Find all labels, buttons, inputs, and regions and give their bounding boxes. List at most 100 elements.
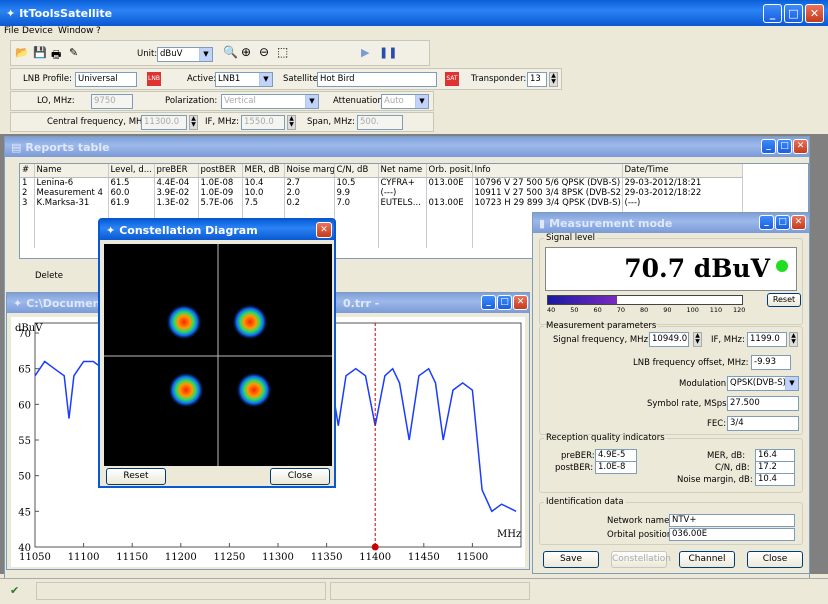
satellite-icon[interactable]: SAT	[445, 72, 459, 86]
fec-field[interactable]: 3/4	[727, 416, 799, 431]
spectrum-maximize[interactable]: □	[497, 295, 512, 310]
column-header[interactable]: Orb. posit.	[426, 164, 473, 178]
spectrum-close[interactable]: ✕	[513, 295, 528, 310]
zoom-region-icon[interactable]: ⬚	[277, 45, 288, 59]
meas-if-spin[interactable]: ▲ ▼	[789, 332, 798, 347]
x-tick-label: 11200	[165, 552, 197, 563]
level-reset-button[interactable]: Reset	[767, 293, 801, 307]
app-titlebar: ✦ ItToolsSatellite	[0, 0, 828, 26]
table-cell: Lenina-6	[34, 177, 109, 188]
menu-help[interactable]: ?	[96, 26, 101, 36]
unit-select[interactable]: dBuV ▼	[157, 47, 213, 62]
delete-button[interactable]: Delete	[35, 271, 63, 281]
minimize-button[interactable]: _	[763, 4, 782, 23]
table-cell: 61.5	[108, 177, 155, 188]
y-tick-label: 40	[18, 543, 31, 554]
constellation-button[interactable]: Constellation	[611, 551, 671, 568]
lo-bar: LO, MHz: 9750 Polarization: Vertical ▼ At…	[10, 91, 434, 111]
freq-bar: Central frequency, MHz: 11300.0 ▲ ▼ IF, M…	[10, 112, 434, 132]
span-field[interactable]: 500.	[357, 115, 403, 130]
constellation-close-button[interactable]: Close	[270, 468, 330, 485]
play-icon[interactable]: ▶	[361, 46, 369, 59]
lo-field[interactable]: 9750	[91, 94, 133, 109]
table-cell: 2.0	[284, 187, 335, 198]
sig-freq-field[interactable]: 10949.0	[649, 332, 689, 347]
cf-field[interactable]: 11300.0	[141, 115, 187, 130]
save-button[interactable]: Save	[543, 551, 599, 568]
modulation-label: Modulation:	[679, 379, 730, 389]
x-tick-label: 11350	[311, 552, 343, 563]
postber-field[interactable]: 1.0E-8	[595, 461, 637, 474]
if-spin[interactable]: ▲ ▼	[287, 115, 296, 130]
menu-file[interactable]: File	[4, 26, 19, 36]
close-button[interactable]: ✕	[805, 4, 824, 23]
table-cell: 10.0	[242, 187, 285, 198]
constellation-reset-button[interactable]: Reset	[106, 468, 166, 485]
column-header[interactable]: postBER	[198, 164, 243, 178]
column-header[interactable]: Date/Time	[622, 164, 743, 178]
orbital-position-field[interactable]: 036.00E	[669, 528, 795, 541]
spectrum-minimize[interactable]: _	[481, 295, 496, 310]
table-row[interactable]: 2 Measurement 4 60.0 3.9E-02 1.0E-09 10.0 2.0 9…	[20, 187, 743, 198]
table-cell: 013.00E	[426, 177, 473, 188]
measurement-minimize[interactable]: _	[759, 215, 774, 230]
zoom-out-icon[interactable]: ⊖	[259, 45, 269, 59]
table-cell: CYFRA+	[378, 177, 427, 188]
lnb-icon[interactable]: LNB	[147, 72, 161, 86]
level-scale: 40 50 60 70 80 90 100 110 120	[547, 306, 746, 316]
measurement-close-x[interactable]: ✕	[791, 215, 806, 230]
column-header[interactable]: C/N, dB	[334, 164, 379, 178]
table-row[interactable]: 1 Lenina-6 61.5 4.4E-04 1.0E-08 10.4 2.7 10.5 CY…	[20, 177, 743, 188]
table-cell: 60.0	[108, 187, 155, 198]
channel-button[interactable]: Channel	[679, 551, 735, 568]
zoom-in-icon[interactable]: 🔍	[223, 45, 238, 59]
attenuation-select[interactable]: Auto ▼	[381, 94, 429, 109]
active-select[interactable]: LNB1 ▼	[215, 72, 273, 87]
column-header[interactable]: preBER	[154, 164, 199, 178]
maximize-button[interactable]: □	[784, 4, 803, 23]
satellite-field[interactable]: Hot Bird	[317, 72, 437, 87]
column-header[interactable]: Level, d...	[108, 164, 155, 178]
level-bar-fill	[548, 296, 617, 304]
sig-freq-spin[interactable]: ▲ ▼	[693, 332, 702, 347]
measurement-close-button[interactable]: Close	[747, 551, 803, 568]
y-tick-label: 70	[18, 329, 31, 340]
zoom-fit-icon[interactable]: ⊕	[241, 45, 251, 59]
transponder-field[interactable]: 13	[527, 72, 547, 87]
reports-minimize[interactable]: _	[761, 139, 776, 154]
lnb-offset-field[interactable]: -9.93	[751, 355, 791, 370]
column-header[interactable]: MER, dB	[242, 164, 285, 178]
reports-close[interactable]: ✕	[793, 139, 808, 154]
menu-window[interactable]: Window	[58, 26, 94, 36]
symbol-rate-field[interactable]: 27.500	[727, 396, 799, 411]
cf-spin[interactable]: ▲ ▼	[189, 115, 198, 130]
table-cell: 1.3E-02	[154, 197, 199, 208]
cn-label: C/N, dB:	[715, 463, 750, 473]
tools-icon[interactable]: ✎	[69, 46, 78, 59]
transponder-spin[interactable]: ▲ ▼	[549, 72, 558, 87]
column-header[interactable]: Info	[472, 164, 623, 178]
scale-label: 120	[733, 306, 746, 314]
reports-maximize[interactable]: □	[777, 139, 792, 154]
pause-icon[interactable]: ❚❚	[379, 46, 397, 59]
column-header[interactable]: Noise margi...	[284, 164, 335, 178]
polarization-select[interactable]: Vertical ▼	[221, 94, 319, 109]
menu-device[interactable]: Device	[22, 26, 53, 36]
open-icon[interactable]: 📂	[15, 46, 29, 59]
lnb-profile-field[interactable]: Universal	[75, 72, 137, 87]
column-header[interactable]: Name	[34, 164, 109, 178]
constellation-close-x[interactable]: ✕	[316, 222, 332, 238]
network-name-field[interactable]: NTV+	[669, 514, 795, 527]
meas-if-field[interactable]: 1199.0	[747, 332, 787, 347]
measurement-maximize[interactable]: □	[775, 215, 790, 230]
noise-margin-field[interactable]: 10.4	[755, 473, 795, 486]
if-field[interactable]: 1550.0	[241, 115, 285, 130]
save-icon[interactable]: 💾	[33, 46, 47, 59]
column-header[interactable]: Net name	[378, 164, 427, 178]
print-icon[interactable]: 🖶	[51, 46, 61, 65]
modulation-select[interactable]: QPSK(DVB-S) ▼	[727, 376, 799, 391]
column-header[interactable]: #	[20, 164, 35, 178]
table-row[interactable]: 3 K.Marksa-31 61.9 1.3E-02 5.7E-06 7.5 0.2 7.0 E…	[20, 197, 743, 208]
table-cell: 29-03-2012/18:21	[622, 177, 743, 188]
measurement-window: ▮ Measurement mode _ □ ✕ Signal level 70…	[532, 212, 810, 574]
